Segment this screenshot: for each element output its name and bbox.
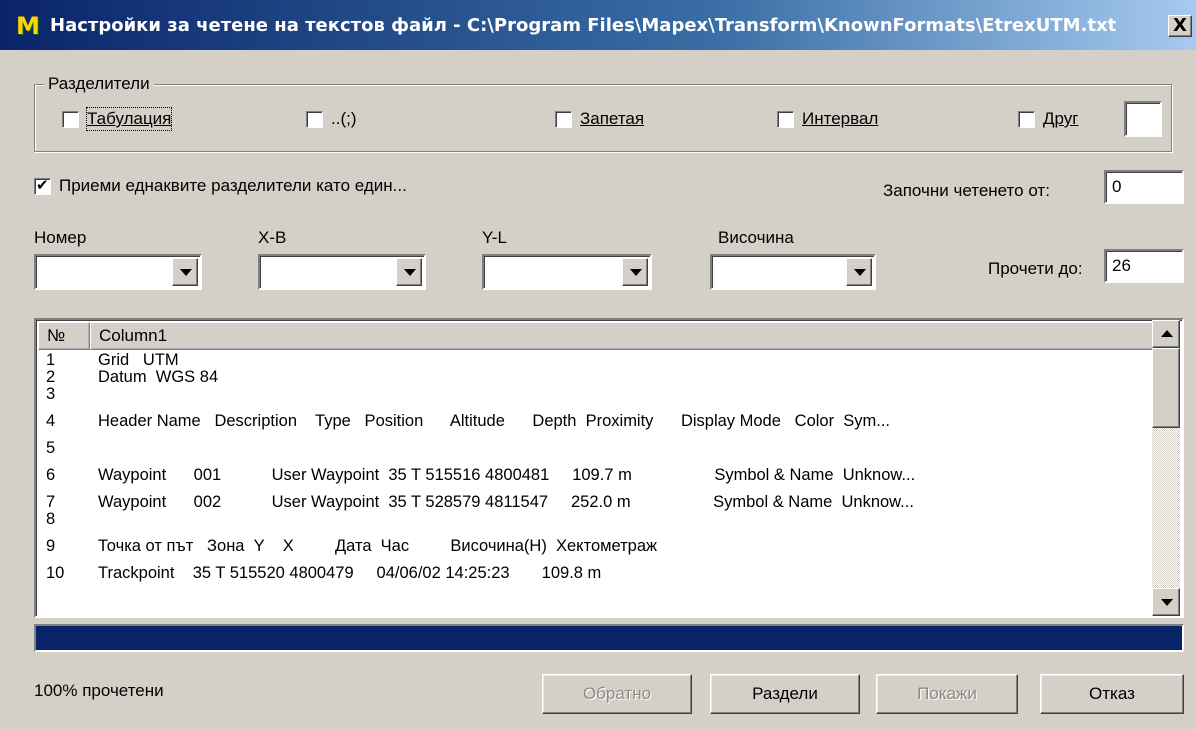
row-text: Waypoint 002 User Waypoint 35 T 528579 4… bbox=[98, 493, 914, 511]
other-separator-input[interactable] bbox=[1124, 101, 1162, 137]
list-row[interactable]: 3 bbox=[38, 386, 1152, 403]
height-column-select[interactable] bbox=[710, 254, 876, 290]
row-text: Datum WGS 84 bbox=[98, 368, 219, 386]
list-row[interactable]: 5 bbox=[38, 440, 1152, 457]
arrow-down-icon bbox=[1161, 599, 1173, 606]
space-checkbox[interactable]: Интервал bbox=[777, 108, 878, 130]
scroll-thumb[interactable] bbox=[1152, 348, 1180, 428]
list-row[interactable]: 6 Waypoint 001 User Waypoint 35 T 515516 … bbox=[38, 457, 1152, 494]
scroll-up-button[interactable] bbox=[1152, 320, 1180, 348]
file-preview-list[interactable]: № Column1 1 Grid UTM 2 Datum WGS 84 3 4 Hea… bbox=[34, 318, 1184, 618]
semicolon-checkbox-label: ..(;) bbox=[331, 109, 357, 128]
header-column1[interactable]: Column1 bbox=[90, 322, 1154, 350]
yl-column-select[interactable] bbox=[482, 254, 652, 290]
height-dropdown-button[interactable] bbox=[846, 258, 872, 286]
tab-checkbox-label: Табулация bbox=[85, 107, 173, 131]
row-number: 2 bbox=[46, 368, 56, 386]
read-to-input[interactable]: 26 bbox=[1104, 249, 1184, 283]
comma-checkbox[interactable]: Запетая bbox=[555, 108, 644, 130]
separators-legend: Разделители bbox=[44, 73, 154, 95]
semicolon-checkbox-box[interactable] bbox=[306, 110, 323, 128]
list-row[interactable]: 7 Waypoint 002 User Waypoint 35 T 528579 … bbox=[38, 494, 1152, 511]
merge-separators-checkbox-box[interactable] bbox=[34, 176, 51, 195]
row-number: 3 bbox=[46, 385, 56, 403]
number-dropdown-button[interactable] bbox=[172, 258, 198, 286]
other-checkbox-label: Друг bbox=[1043, 109, 1079, 128]
list-row[interactable]: 2 Datum WGS 84 bbox=[38, 369, 1152, 386]
read-progress-bar bbox=[34, 624, 1184, 652]
header-number[interactable]: № bbox=[38, 322, 90, 350]
progress-fill bbox=[36, 626, 1182, 650]
app-logo-icon: М bbox=[16, 12, 40, 40]
row-text: Trackpoint 35 T 515520 4800479 04/06/02 … bbox=[98, 564, 602, 582]
window-title: Настройки за четене на текстов файл - C:… bbox=[50, 15, 1117, 36]
vertical-scrollbar[interactable] bbox=[1152, 320, 1180, 616]
back-button[interactable]: Обратно bbox=[542, 674, 692, 714]
row-number: 9 bbox=[46, 537, 56, 555]
row-number: 1 bbox=[46, 352, 56, 369]
semicolon-checkbox[interactable]: ..(;) bbox=[306, 108, 357, 130]
height-column-label: Височина bbox=[718, 228, 794, 247]
row-number: 7 bbox=[46, 493, 56, 511]
row-text: Grid UTM bbox=[98, 352, 179, 369]
yl-dropdown-button[interactable] bbox=[622, 258, 648, 286]
row-text: Точка от път Зона Y X Дата Час Височина(… bbox=[98, 537, 658, 555]
number-column-select[interactable] bbox=[34, 254, 202, 290]
space-checkbox-box[interactable] bbox=[777, 110, 794, 128]
xb-column-label: X-B bbox=[258, 228, 287, 247]
row-text: Waypoint 001 User Waypoint 35 T 515516 4… bbox=[98, 466, 916, 484]
other-checkbox-box[interactable] bbox=[1018, 110, 1035, 128]
chevron-down-icon bbox=[630, 269, 642, 276]
xb-dropdown-button[interactable] bbox=[396, 258, 422, 286]
chevron-down-icon bbox=[180, 269, 192, 276]
tab-checkbox-box[interactable] bbox=[62, 110, 79, 128]
cancel-button[interactable]: Отказ bbox=[1040, 674, 1184, 714]
row-number: 10 bbox=[46, 564, 65, 582]
list-row[interactable]: 9 Точка от път Зона Y X Дата Час Височина… bbox=[38, 528, 1152, 565]
arrow-up-icon bbox=[1161, 330, 1173, 337]
dialog-window: М Настройки за четене на текстов файл - … bbox=[0, 0, 1196, 729]
tab-checkbox[interactable]: Табулация bbox=[62, 107, 173, 131]
row-number: 5 bbox=[46, 439, 56, 457]
yl-column-label: Y-L bbox=[482, 228, 507, 247]
number-column-label: Номер bbox=[34, 228, 87, 247]
merge-separators-label: Приеми еднаквите разделители като един..… bbox=[59, 176, 407, 195]
close-button[interactable]: X bbox=[1168, 15, 1192, 37]
xb-column-select[interactable] bbox=[258, 254, 426, 290]
show-button[interactable]: Покажи bbox=[876, 674, 1018, 714]
split-button[interactable]: Раздели bbox=[710, 674, 860, 714]
list-row[interactable]: 4 Header Name Description Type Position A… bbox=[38, 403, 1152, 440]
list-row[interactable]: 1 Grid UTM bbox=[38, 352, 1152, 369]
row-number: 8 bbox=[46, 510, 56, 528]
start-reading-label: Започни четенето от: bbox=[883, 181, 1050, 200]
row-number: 6 bbox=[46, 466, 56, 484]
row-number: 4 bbox=[46, 412, 56, 430]
list-row[interactable]: 8 bbox=[38, 511, 1152, 528]
list-body: 1 Grid UTM 2 Datum WGS 84 3 4 Header Name D… bbox=[38, 352, 1152, 616]
progress-status: 100% прочетени bbox=[34, 681, 164, 700]
comma-checkbox-box[interactable] bbox=[555, 110, 572, 128]
list-header: № Column1 bbox=[38, 322, 1154, 350]
list-row[interactable]: 10 Trackpoint 35 T 515520 4800479 04/06/0… bbox=[38, 565, 1152, 582]
comma-checkbox-label: Запетая bbox=[580, 109, 645, 128]
scroll-down-button[interactable] bbox=[1152, 588, 1180, 616]
merge-separators-checkbox[interactable]: Приеми еднаквите разделители като един..… bbox=[34, 175, 407, 197]
row-text: Header Name Description Type Position Al… bbox=[98, 412, 890, 430]
start-reading-input[interactable]: 0 bbox=[1104, 170, 1184, 204]
space-checkbox-label: Интервал bbox=[802, 109, 879, 128]
chevron-down-icon bbox=[854, 269, 866, 276]
read-to-label: Прочети до: bbox=[988, 259, 1083, 278]
other-checkbox[interactable]: Друг bbox=[1018, 108, 1078, 130]
title-bar[interactable]: М Настройки за четене на текстов файл - … bbox=[0, 0, 1196, 50]
chevron-down-icon bbox=[404, 269, 416, 276]
